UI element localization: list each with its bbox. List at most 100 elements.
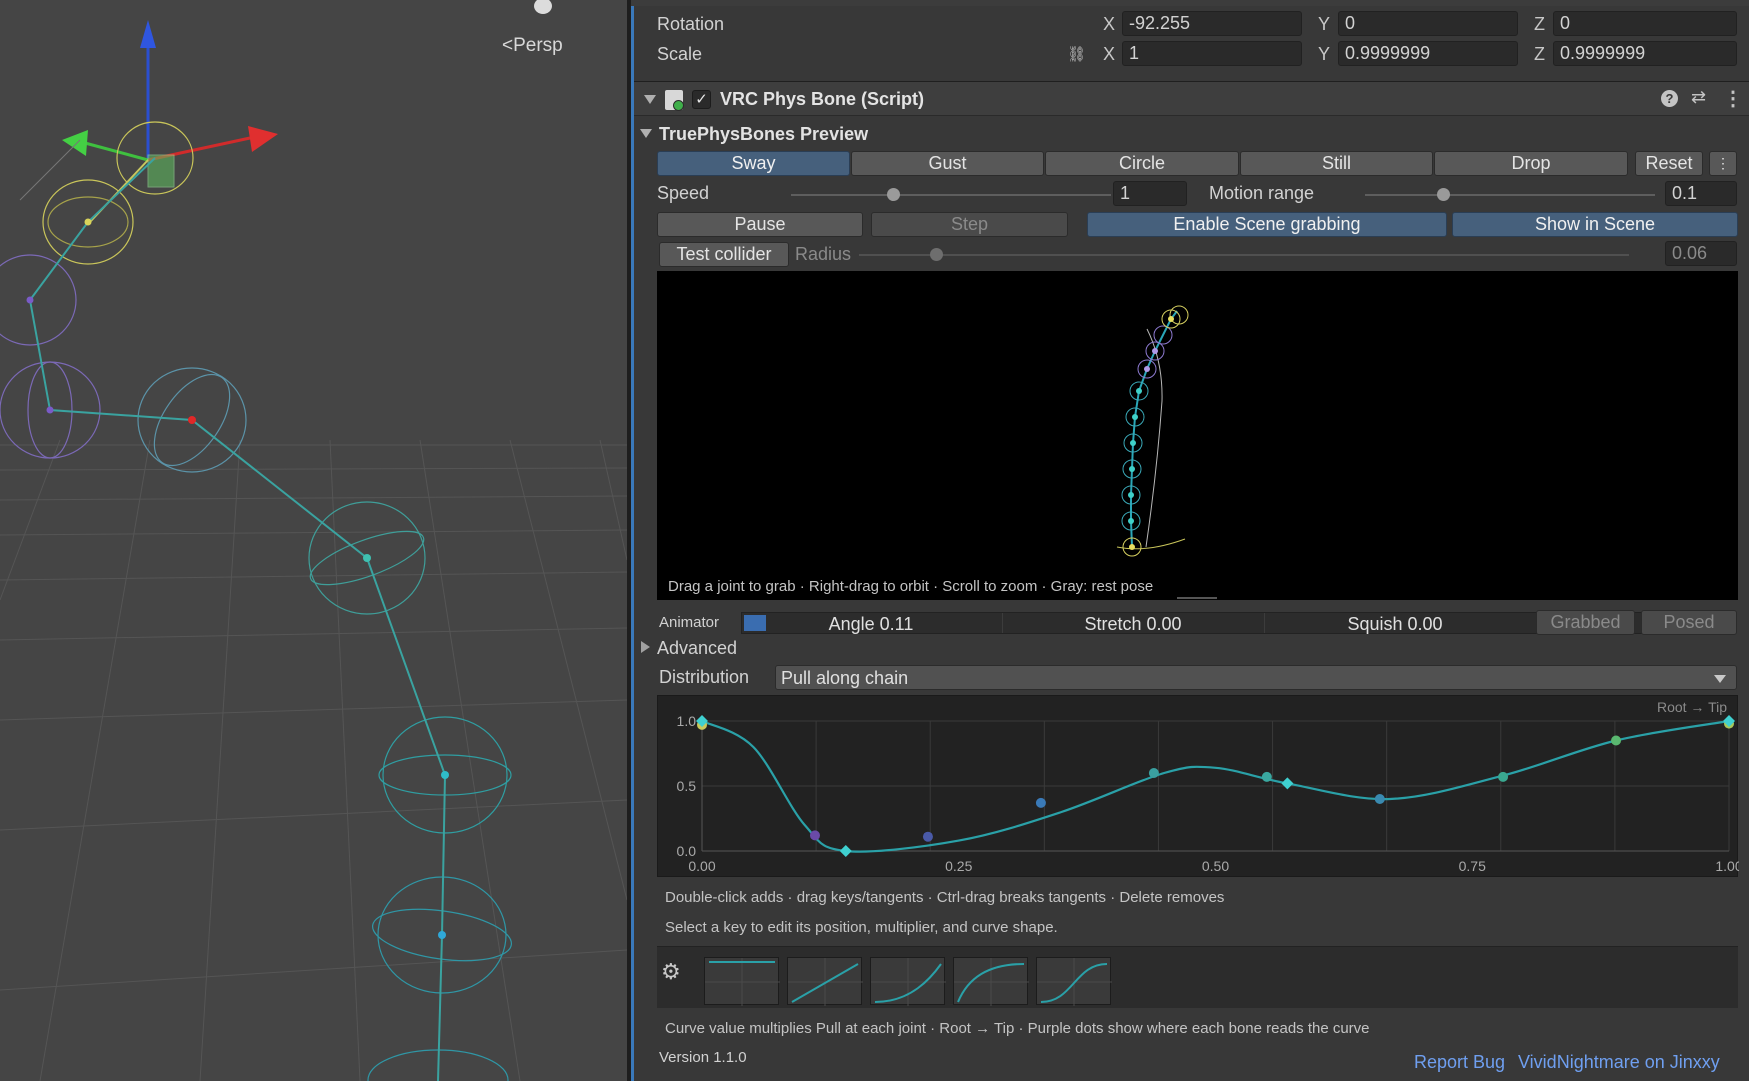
- show-in-scene-button[interactable]: Show in Scene: [1452, 212, 1738, 237]
- curve-editor[interactable]: 0.0 0.5 1.0 0.00 0.25 0.50 0.75 1.00 Root → Tip: [657, 695, 1739, 878]
- speed-slider-thumb[interactable]: [887, 188, 901, 201]
- reset-button[interactable]: Reset: [1635, 151, 1703, 176]
- curve-preset-ease-in-out[interactable]: [1036, 957, 1112, 1006]
- radius-slider-track[interactable]: [859, 254, 1629, 256]
- component-header[interactable]: ✓ VRC Phys Bone (Script) ? ⇄ ⋮: [634, 81, 1749, 116]
- chevron-left-icon: <: [502, 35, 514, 56]
- speed-field[interactable]: 1: [1113, 181, 1187, 206]
- rotation-z-axis: Z: [1534, 14, 1545, 34]
- scale-z-field[interactable]: 0.9999999: [1553, 41, 1737, 66]
- preset-icon[interactable]: ⇄: [1691, 87, 1706, 108]
- preview-foldout-arrow-icon[interactable]: [640, 129, 652, 138]
- viewport-hint: Drag a joint to grab · Right-drag to orb…: [668, 578, 1154, 595]
- motion-range-field[interactable]: 0.1: [1665, 181, 1737, 206]
- mode-button-sway[interactable]: Sway: [657, 151, 850, 176]
- scene-canvas[interactable]: [0, 0, 627, 1081]
- motion-range-slider-track[interactable]: [1365, 194, 1655, 196]
- author-link[interactable]: VividNightmare on Jinxxy: [1518, 1052, 1720, 1073]
- curve-key[interactable]: [1281, 777, 1294, 790]
- radius-label: Radius: [795, 244, 852, 264]
- curve-preset-strip: ⚙: [657, 946, 1738, 1008]
- more-options-button[interactable]: ⋮: [1709, 151, 1737, 176]
- kebab-menu-icon[interactable]: ⋮: [1723, 86, 1743, 111]
- y-tick-label: 0.5: [677, 778, 697, 794]
- bone-sample-dot[interactable]: [1498, 771, 1509, 782]
- report-bug-link[interactable]: Report Bug: [1414, 1052, 1505, 1073]
- chevron-down-icon: [1714, 675, 1726, 683]
- motion-range-slider-thumb[interactable]: [1437, 188, 1451, 201]
- preview-joint-spheres: [1121, 381, 1149, 531]
- script-icon: [665, 90, 684, 111]
- curve-plot[interactable]: 0.0 0.5 1.0 0.00 0.25 0.50 0.75 1.00: [658, 696, 1739, 878]
- posed-badge: Posed: [1641, 610, 1737, 635]
- curve-corner-label: Root → Tip: [1656, 699, 1727, 715]
- advanced-foldout-label[interactable]: Advanced: [657, 638, 737, 659]
- mode-button-still[interactable]: Still: [1240, 151, 1433, 176]
- bone-sample-dot[interactable]: [809, 830, 820, 841]
- scene-view[interactable]: <Persp: [0, 0, 627, 1081]
- radius-field[interactable]: 0.06: [1665, 241, 1737, 266]
- scale-x-axis: X: [1103, 44, 1116, 64]
- distribution-dropdown[interactable]: Pull along chain: [775, 665, 1737, 690]
- selection-accent-bar: [631, 0, 634, 1081]
- curve-footer-note: Curve value multiplies Pull at each join…: [665, 1020, 1370, 1037]
- viewport-resize-handle[interactable]: [1177, 597, 1217, 599]
- curve-preset-linear[interactable]: [787, 957, 863, 1006]
- gear-icon[interactable]: ⚙: [661, 959, 681, 985]
- collapse-arrow-icon[interactable]: [644, 95, 656, 104]
- curve-help-line-1: Double-click adds · drag keys/tangents ·…: [665, 889, 1225, 906]
- scale-y-field[interactable]: 0.9999999: [1338, 41, 1518, 66]
- curve-preset-ease-in[interactable]: [870, 957, 946, 1006]
- view-mode-toggle[interactable]: <Persp: [502, 35, 563, 57]
- speed-slider-track[interactable]: [791, 194, 1111, 196]
- rotation-z-field[interactable]: 0: [1553, 11, 1737, 36]
- position-row-clipped: [631, 0, 1749, 6]
- curve-key[interactable]: [839, 845, 852, 857]
- test-collider-button[interactable]: Test collider: [659, 242, 789, 267]
- view-mode-label: Persp: [513, 35, 563, 56]
- bone-sample-dot[interactable]: [1261, 771, 1272, 782]
- x-tick-label: 1.00: [1715, 858, 1739, 874]
- help-icon[interactable]: ?: [1661, 90, 1678, 107]
- animator-label: Animator: [659, 614, 720, 631]
- preview-chain-render[interactable]: [657, 271, 1738, 600]
- inspector-panel: Rotation X -92.255 Y 0 Z 0 Scale ⛓ X 1 Y…: [631, 0, 1749, 1081]
- advanced-foldout-arrow-icon[interactable]: [641, 641, 650, 653]
- component-title: VRC Phys Bone (Script): [720, 89, 925, 109]
- x-tick-label: 0.75: [1459, 858, 1486, 874]
- orientation-gizmo-icon[interactable]: [534, 0, 552, 14]
- enable-scene-grabbing-button[interactable]: Enable Scene grabbing: [1087, 212, 1447, 237]
- bone-chain[interactable]: [0, 121, 515, 1081]
- rotation-x-field[interactable]: -92.255: [1122, 11, 1302, 36]
- bone-sample-dot[interactable]: [1611, 735, 1622, 746]
- scale-x-field[interactable]: 1: [1122, 41, 1302, 66]
- pause-button[interactable]: Pause: [657, 212, 863, 237]
- scale-y-axis: Y: [1318, 44, 1331, 64]
- rotation-y-field[interactable]: 0: [1338, 11, 1518, 36]
- bone-sample-dot[interactable]: [922, 831, 933, 842]
- curve-preset-flat[interactable]: [704, 957, 780, 1006]
- preview-title[interactable]: TruePhysBones Preview: [659, 124, 868, 145]
- physbone-preview-viewport[interactable]: Drag a joint to grab · Right-drag to orb…: [657, 271, 1738, 600]
- bone-sample-dot[interactable]: [1148, 768, 1159, 778]
- distribution-value: Pull along chain: [781, 668, 909, 688]
- component-enabled-checkbox[interactable]: ✓: [692, 90, 711, 109]
- bone-sample-dot[interactable]: [1374, 794, 1385, 804]
- x-tick-label: 0.00: [688, 858, 715, 874]
- step-button[interactable]: Step: [871, 212, 1068, 237]
- curve-help-line-2: Select a key to edit its position, multi…: [665, 919, 1058, 936]
- curve-preset-ease-out[interactable]: [953, 957, 1029, 1006]
- motion-range-label: Motion range: [1209, 183, 1315, 203]
- mode-button-circle[interactable]: Circle: [1045, 151, 1239, 176]
- scale-label: Scale: [657, 44, 703, 64]
- squish-readout: Squish 0.00: [1347, 614, 1443, 634]
- mode-button-gust[interactable]: Gust: [851, 151, 1044, 176]
- y-tick-label: 1.0: [677, 713, 697, 729]
- radius-slider-thumb[interactable]: [930, 248, 943, 261]
- bone-sample-dot[interactable]: [1035, 797, 1046, 808]
- preview-joint-dots: [1128, 316, 1174, 550]
- rotation-label: Rotation: [657, 14, 725, 34]
- rest-pose-curve: [1145, 328, 1163, 548]
- constrain-proportions-link-icon[interactable]: ⛓: [1067, 45, 1086, 63]
- mode-button-drop[interactable]: Drop: [1434, 151, 1628, 176]
